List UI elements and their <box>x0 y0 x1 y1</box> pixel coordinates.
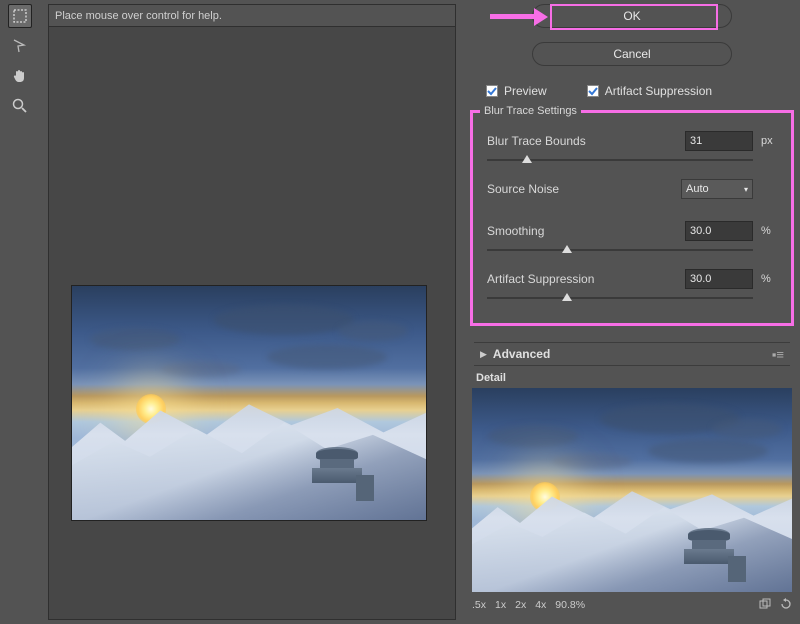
noise-label: Source Noise <box>487 182 681 196</box>
bounds-input[interactable] <box>685 131 753 151</box>
preview-label: Preview <box>504 84 547 98</box>
artifact-checkbox[interactable]: Artifact Suppression <box>587 84 712 98</box>
zoom-bar: .5x 1x 2x 4x 90.8% <box>472 595 792 615</box>
ok-button[interactable]: OK <box>532 4 732 28</box>
chevron-right-icon: ▶ <box>480 349 487 360</box>
reset-icon[interactable] <box>780 598 792 613</box>
undock-icon[interactable] <box>759 598 771 613</box>
blur-trace-section: Blur Trace Settings Blur Trace Bounds px… <box>472 112 792 324</box>
chevron-down-icon: ▾ <box>744 185 748 194</box>
smoothing-input[interactable] <box>685 221 753 241</box>
check-icon <box>587 85 599 97</box>
artifact-sup-input[interactable] <box>685 269 753 289</box>
marquee-tool[interactable] <box>8 4 32 28</box>
preview-checkbox[interactable]: Preview <box>486 84 547 98</box>
help-bar: Place mouse over control for help. <box>49 5 455 27</box>
artifact-sup-unit: % <box>753 273 777 285</box>
smoothing-slider[interactable] <box>487 245 753 259</box>
artifact-sup-label: Artifact Suppression <box>487 272 685 286</box>
smoothing-label: Smoothing <box>487 224 685 238</box>
canvas-area[interactable] <box>49 27 455 619</box>
bounds-unit: px <box>753 135 777 147</box>
cancel-button[interactable]: Cancel <box>532 42 732 66</box>
detail-label: Detail <box>476 372 788 384</box>
section-title: Blur Trace Settings <box>480 105 581 117</box>
bounds-label: Blur Trace Bounds <box>487 134 685 148</box>
zoom-pct: 90.8% <box>555 599 585 611</box>
canvas-panel: Place mouse over control for help. <box>48 4 456 620</box>
check-icon <box>486 85 498 97</box>
panel-menu-icon[interactable]: ▪≡ <box>772 347 784 362</box>
hand-tool[interactable] <box>8 64 32 88</box>
noise-value: Auto <box>686 183 709 195</box>
right-panel: OK Cancel Preview Artifact Suppression B… <box>464 0 800 624</box>
zoom-4x[interactable]: 4x <box>535 599 546 611</box>
artifact-label: Artifact Suppression <box>605 84 712 98</box>
left-toolbar <box>0 0 40 624</box>
zoom-2x[interactable]: 2x <box>515 599 526 611</box>
advanced-row[interactable]: ▶ Advanced ▪≡ <box>474 342 790 366</box>
bounds-slider[interactable] <box>487 155 753 169</box>
lasso-tool[interactable] <box>8 34 32 58</box>
smoothing-unit: % <box>753 225 777 237</box>
artifact-sup-slider[interactable] <box>487 293 753 307</box>
zoom-1x[interactable]: 1x <box>495 599 506 611</box>
advanced-label: Advanced <box>493 347 772 361</box>
noise-select[interactable]: Auto ▾ <box>681 179 753 199</box>
annotation-arrow <box>490 11 550 23</box>
detail-preview[interactable] <box>472 388 792 592</box>
zoom-05x[interactable]: .5x <box>472 599 486 611</box>
preview-image[interactable] <box>71 285 427 521</box>
zoom-tool[interactable] <box>8 94 32 118</box>
